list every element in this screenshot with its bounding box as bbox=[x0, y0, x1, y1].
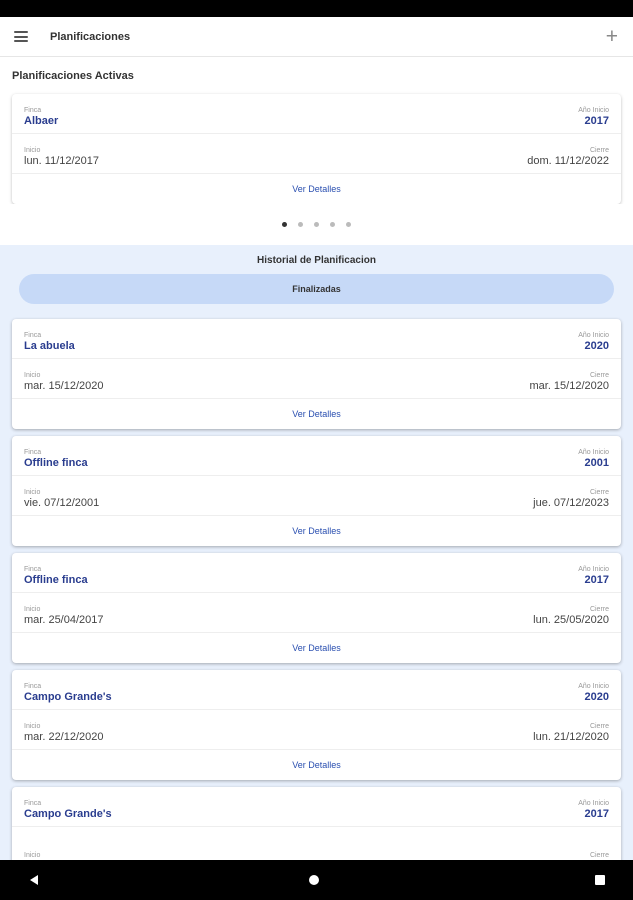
year-value: 2017 bbox=[584, 808, 609, 820]
card-row-finca: Finca Albaer Año Inicio 2017 bbox=[12, 94, 621, 134]
details-link[interactable]: Ver Detalles bbox=[292, 184, 341, 194]
end-label: Cierre bbox=[589, 852, 609, 859]
app-screen: Planificaciones + Planificaciones Activa… bbox=[0, 17, 633, 860]
card-footer: Ver Detalles bbox=[12, 399, 621, 429]
finca-name: Albaer bbox=[24, 115, 59, 127]
card-row-finca: Finca Offline finca Año Inicio 2001 bbox=[12, 436, 621, 476]
back-triangle-icon[interactable] bbox=[30, 875, 38, 885]
card-footer: Ver Detalles bbox=[12, 633, 621, 663]
finca-name: Campo Grande's bbox=[24, 808, 112, 820]
finca-label: Finca bbox=[24, 449, 42, 456]
finca-label: Finca bbox=[24, 332, 42, 339]
pager-dot[interactable] bbox=[346, 222, 351, 227]
year-label: Año Inicio bbox=[578, 449, 609, 456]
card-footer: Ver Detalles bbox=[12, 174, 621, 204]
carousel-pager bbox=[0, 204, 633, 245]
home-circle-icon[interactable] bbox=[308, 875, 319, 885]
year-label: Año Inicio bbox=[578, 332, 609, 339]
history-plan-card: Finca Campo Grande's Año Inicio 2017 Inicio C… bbox=[12, 787, 621, 860]
details-link[interactable]: Ver Detalles bbox=[292, 643, 341, 653]
start-label: Inicio bbox=[24, 372, 41, 379]
active-plans-section: Planificaciones Activas Finca Albaer Año … bbox=[0, 57, 633, 204]
navigation-bar bbox=[0, 860, 633, 900]
active-plans-title: Planificaciones Activas bbox=[12, 70, 134, 82]
app-bar: Planificaciones + bbox=[0, 17, 633, 57]
card-row-dates: Inicio vie. 07/12/2001 Cierre jue. 07/12/20… bbox=[12, 476, 621, 516]
start-label: Inicio bbox=[24, 489, 41, 496]
finca-label: Finca bbox=[24, 683, 42, 690]
details-link[interactable]: Ver Detalles bbox=[292, 760, 341, 770]
history-plan-card: Finca La abuela Año Inicio 2020 Inicio mar. 1… bbox=[12, 319, 621, 429]
status-bar bbox=[0, 0, 633, 17]
card-row-finca: Finca Campo Grande's Año Inicio 2020 bbox=[12, 670, 621, 710]
start-date: mar. 22/12/2020 bbox=[24, 731, 104, 743]
plus-icon[interactable]: + bbox=[606, 26, 618, 47]
card-row-dates: Inicio mar. 15/12/2020 Cierre mar. 15/12/20… bbox=[12, 359, 621, 399]
start-date: mar. 15/12/2020 bbox=[24, 380, 104, 392]
segment-label: Finalizadas bbox=[292, 284, 341, 294]
pager-dot[interactable] bbox=[298, 222, 303, 227]
card-row-finca: Finca Campo Grande's Año Inicio 2017 bbox=[12, 787, 621, 827]
year-value: 2017 bbox=[584, 115, 609, 127]
start-label: Inicio bbox=[24, 606, 41, 613]
card-row-finca: Finca Offline finca Año Inicio 2017 bbox=[12, 553, 621, 593]
history-section: Historial de Planificacion Finalizadas F… bbox=[0, 245, 633, 860]
finca-name: Offline finca bbox=[24, 457, 88, 469]
card-row-dates: Inicio Cierre bbox=[12, 827, 621, 860]
finca-name: La abuela bbox=[24, 340, 75, 352]
year-label: Año Inicio bbox=[578, 107, 609, 114]
history-plan-card: Finca Offline finca Año Inicio 2001 Inicio vi… bbox=[12, 436, 621, 546]
history-list: Finca La abuela Año Inicio 2020 Inicio mar. 1… bbox=[12, 319, 621, 860]
start-label: Inicio bbox=[24, 723, 41, 730]
end-date: lun. 25/05/2020 bbox=[533, 614, 609, 626]
year-value: 2017 bbox=[584, 574, 609, 586]
recent-square-icon[interactable] bbox=[595, 875, 605, 885]
year-value: 2020 bbox=[584, 340, 609, 352]
card-row-finca: Finca La abuela Año Inicio 2020 bbox=[12, 319, 621, 359]
start-date: vie. 07/12/2001 bbox=[24, 497, 100, 509]
details-link[interactable]: Ver Detalles bbox=[292, 409, 341, 419]
year-label: Año Inicio bbox=[578, 566, 609, 573]
finca-name: Offline finca bbox=[24, 574, 88, 586]
pager-dot[interactable] bbox=[314, 222, 319, 227]
year-value: 2001 bbox=[584, 457, 609, 469]
finca-name: Campo Grande's bbox=[24, 691, 112, 703]
card-row-dates: Inicio lun. 11/12/2017 Cierre dom. 11/12/2… bbox=[12, 134, 621, 174]
start-label: Inicio bbox=[24, 852, 41, 859]
menu-icon[interactable] bbox=[14, 31, 28, 42]
pager-dot[interactable] bbox=[282, 222, 287, 227]
history-plan-card: Finca Offline finca Año Inicio 2017 Inicio ma… bbox=[12, 553, 621, 663]
history-plan-card: Finca Campo Grande's Año Inicio 2020 Inicio m… bbox=[12, 670, 621, 780]
card-footer: Ver Detalles bbox=[12, 516, 621, 546]
end-date: dom. 11/12/2022 bbox=[527, 155, 609, 167]
active-plan-card: Finca Albaer Año Inicio 2017 Inicio lun. 11… bbox=[12, 94, 621, 204]
card-row-dates: Inicio mar. 22/12/2020 Cierre lun. 21/12/20… bbox=[12, 710, 621, 750]
year-value: 2020 bbox=[584, 691, 609, 703]
end-date: jue. 07/12/2023 bbox=[533, 497, 609, 509]
pager-dot[interactable] bbox=[330, 222, 335, 227]
finca-label: Finca bbox=[24, 800, 42, 807]
page-title: Planificaciones bbox=[50, 30, 131, 43]
finca-label: Finca bbox=[24, 566, 42, 573]
end-label: Cierre bbox=[589, 489, 609, 496]
start-date: mar. 25/04/2017 bbox=[24, 614, 104, 626]
end-date: mar. 15/12/2020 bbox=[529, 380, 609, 392]
start-date: lun. 11/12/2017 bbox=[24, 155, 100, 167]
end-date: lun. 21/12/2020 bbox=[533, 731, 609, 743]
card-row-dates: Inicio mar. 25/04/2017 Cierre lun. 25/05/20… bbox=[12, 593, 621, 633]
finca-label: Finca bbox=[24, 107, 42, 114]
finalizadas-segment[interactable]: Finalizadas bbox=[19, 274, 614, 304]
year-label: Año Inicio bbox=[578, 800, 609, 807]
end-label: Cierre bbox=[589, 606, 609, 613]
end-label: Cierre bbox=[589, 147, 609, 154]
start-label: Inicio bbox=[24, 147, 41, 154]
card-footer: Ver Detalles bbox=[12, 750, 621, 780]
history-title: Historial de Planificacion bbox=[257, 255, 376, 266]
year-label: Año Inicio bbox=[578, 683, 609, 690]
details-link[interactable]: Ver Detalles bbox=[292, 526, 341, 536]
end-label: Cierre bbox=[589, 372, 609, 379]
end-label: Cierre bbox=[589, 723, 609, 730]
